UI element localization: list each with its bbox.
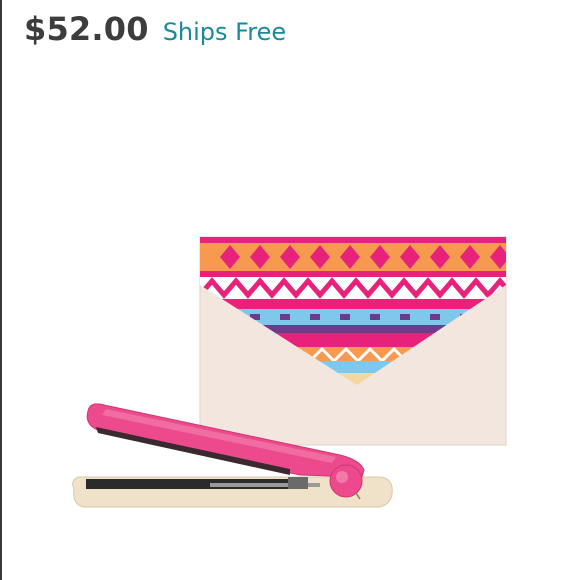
price: $52.00	[24, 10, 149, 48]
shipping-label: Ships Free	[162, 18, 287, 46]
page-left-border	[0, 0, 2, 580]
clutch-envelope	[199, 236, 507, 446]
product-image[interactable]	[60, 215, 530, 525]
price-row: $52.00 Ships Free	[24, 10, 286, 54]
